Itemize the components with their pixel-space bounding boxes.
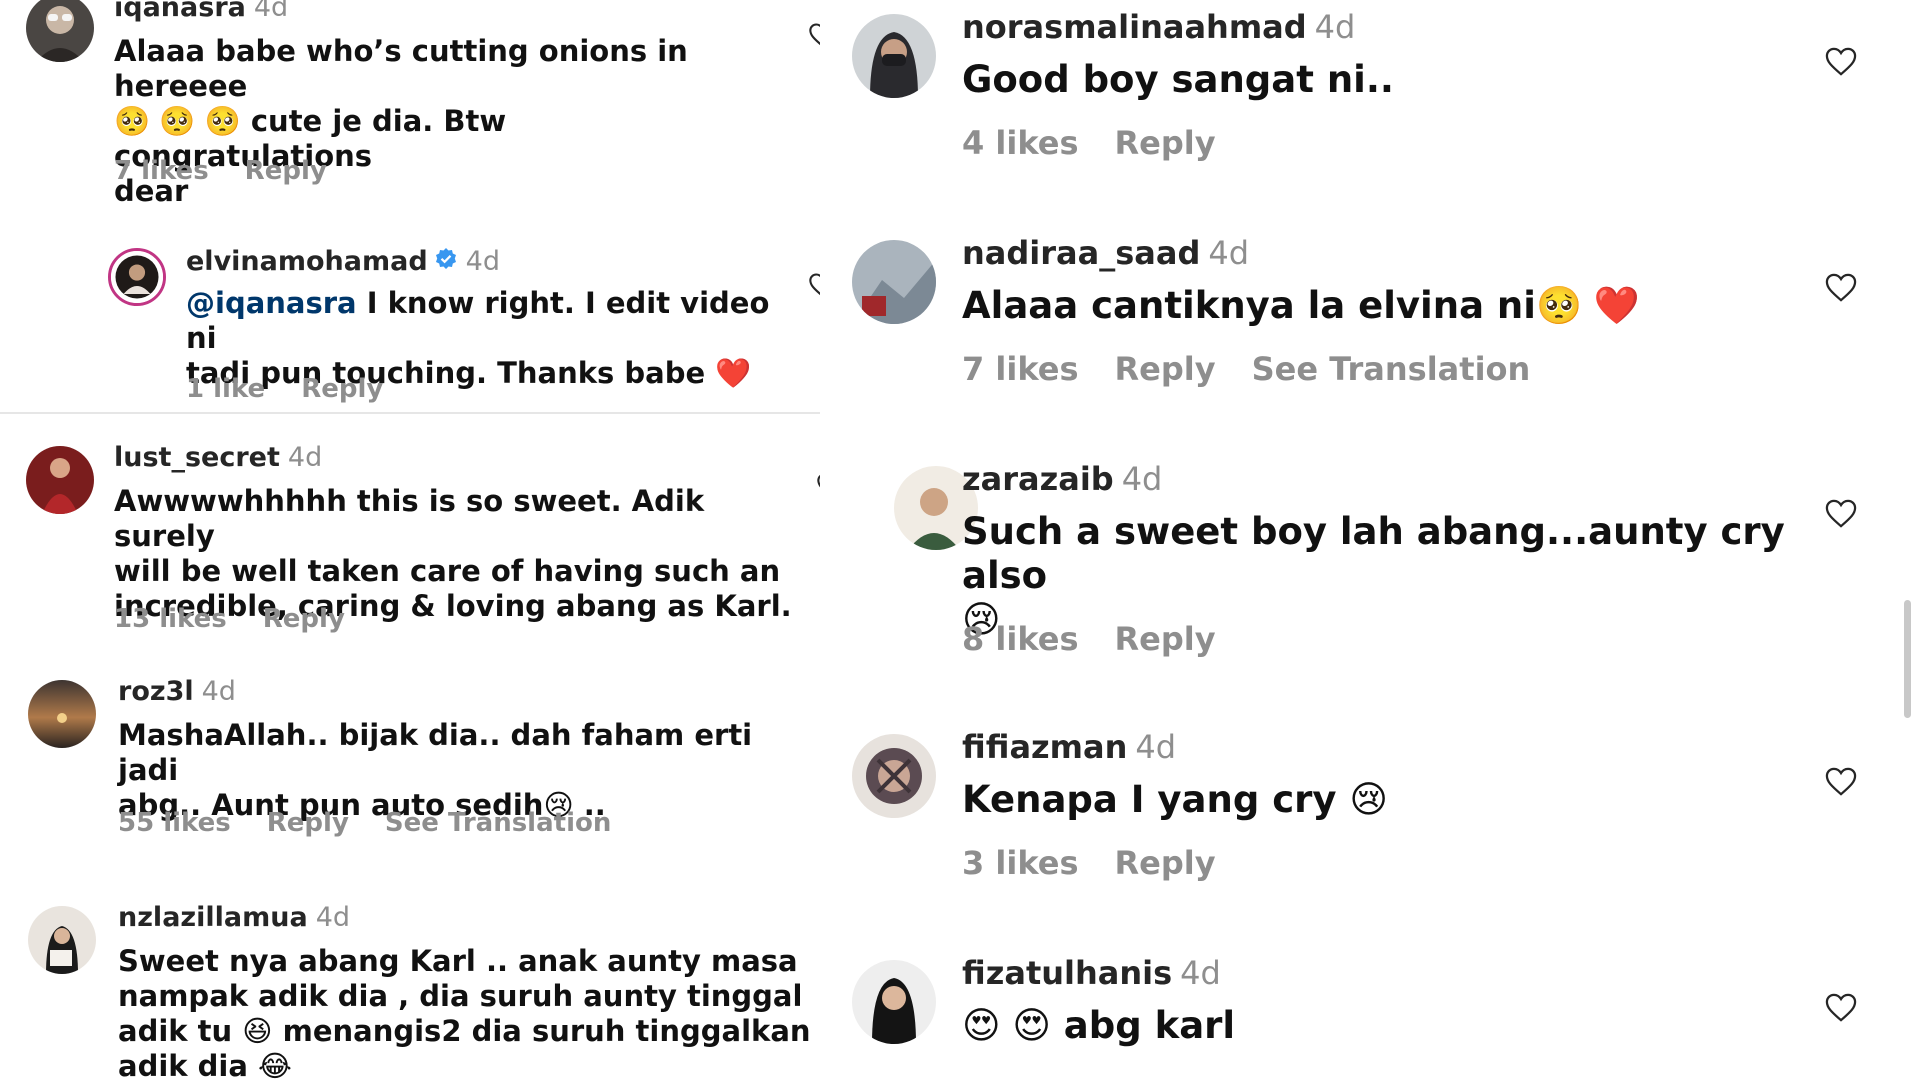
heart-outline-icon[interactable]: [1824, 992, 1858, 1023]
comment-header: fizatulhanis 4d: [962, 954, 1221, 992]
likes-count[interactable]: 1 like: [186, 374, 265, 404]
comment-header: nzlazillamua 4d: [118, 902, 350, 933]
heart-eyes-emoji: 😍 😍: [962, 1004, 1051, 1047]
comment-age: 4d: [465, 246, 500, 277]
comment-age: 4d: [287, 442, 323, 473]
reply-button[interactable]: Reply: [267, 808, 349, 838]
heart-outline-icon[interactable]: [1824, 46, 1858, 77]
comment-age: 4d: [1314, 8, 1356, 46]
username[interactable]: norasmalinaahmad: [962, 8, 1307, 46]
comment-actions: 7 likes Reply: [114, 156, 363, 186]
avatar[interactable]: [26, 0, 94, 62]
comment-actions: 55 likes Reply See Translation: [118, 808, 647, 838]
reply-button[interactable]: Reply: [301, 374, 383, 404]
comment-header: norasmalinaahmad 4d: [962, 8, 1355, 46]
comment-age: 4d: [1208, 234, 1250, 272]
comment-age: 4d: [315, 902, 351, 933]
mention-link[interactable]: @iqanasra: [186, 286, 357, 320]
heart-outline-icon[interactable]: [1824, 272, 1858, 303]
likes-count[interactable]: 3 likes: [962, 844, 1079, 882]
thread-divider: [0, 412, 896, 414]
see-translation-link[interactable]: See Translation: [385, 808, 611, 838]
comment-header: nadiraa_saad 4d: [962, 234, 1249, 272]
username[interactable]: lust_secret: [114, 442, 280, 473]
comment-text: Sweet nya abang Karl .. anak aunty masa …: [118, 944, 838, 1080]
tears-of-joy-emoji: 😂: [258, 1049, 292, 1080]
username[interactable]: nadiraa_saad: [962, 234, 1200, 272]
comment-text: Kenapa I yang cry 😢: [962, 778, 1388, 821]
avatar[interactable]: [28, 680, 96, 748]
reply-button[interactable]: Reply: [1115, 620, 1216, 658]
reply-button[interactable]: Reply: [263, 604, 345, 634]
avatar[interactable]: [108, 248, 166, 306]
reply-button[interactable]: Reply: [1115, 350, 1216, 388]
username[interactable]: fifiazman: [962, 728, 1127, 766]
grinning-squint-emoji: 😆: [242, 1014, 273, 1048]
likes-count[interactable]: 4 likes: [962, 124, 1079, 162]
reply-button[interactable]: Reply: [245, 156, 327, 186]
likes-count[interactable]: 7 likes: [962, 350, 1079, 388]
comment-age: 4d: [1121, 460, 1163, 498]
avatar[interactable]: [852, 960, 936, 1044]
username[interactable]: roz3l: [118, 676, 194, 707]
avatar[interactable]: [852, 14, 936, 98]
comment-text: Good boy sangat ni..: [962, 58, 1394, 101]
comment-header: elvinamohamad 4d: [186, 246, 500, 278]
comment-header: zarazaib 4d: [962, 460, 1162, 498]
comment-age: 4d: [253, 0, 289, 23]
reply-button[interactable]: Reply: [1115, 124, 1216, 162]
verified-badge-icon: [434, 247, 458, 278]
red-heart-emoji: ❤️: [715, 356, 752, 390]
comment-actions: 7 likes Reply See Translation: [962, 350, 1566, 388]
username[interactable]: iqanasra: [114, 0, 246, 23]
avatar[interactable]: [26, 446, 94, 514]
username[interactable]: elvinamohamad: [186, 246, 428, 277]
comment-header: roz3l 4d: [118, 676, 236, 707]
comment-header: iqanasra 4d: [114, 0, 288, 23]
crying-face-emoji: 😢: [1349, 778, 1388, 821]
comment-text: Awwwwhhhhh this is so sweet. Adik surely…: [114, 484, 792, 623]
comment-header: lust_secret 4d: [114, 442, 322, 473]
heart-outline-icon[interactable]: [1824, 498, 1858, 529]
avatar[interactable]: [28, 906, 96, 974]
comment-actions: 13 likes Reply: [114, 604, 381, 634]
avatar[interactable]: [852, 734, 936, 818]
comment-age: 4d: [1180, 954, 1221, 992]
scrollbar[interactable]: [1904, 600, 1911, 718]
comment-text: Alaaa cantiknya la elvina ni🥺 ❤️: [962, 284, 1640, 327]
comment-age: 4d: [1135, 728, 1177, 766]
right-comments-panel: norasmalinaahmad 4d Good boy sangat ni.. …: [820, 0, 1920, 1080]
username[interactable]: zarazaib: [962, 460, 1114, 498]
username[interactable]: nzlazillamua: [118, 902, 308, 933]
likes-count[interactable]: 55 likes: [118, 808, 231, 838]
likes-count[interactable]: 7 likes: [114, 156, 209, 186]
pleading-face-emoji: 🥺 🥺 🥺: [114, 104, 241, 138]
comment-actions: 8 likes Reply: [962, 620, 1252, 658]
comment-actions: 4 likes Reply: [962, 124, 1252, 162]
likes-count[interactable]: 8 likes: [962, 620, 1079, 658]
comment-actions: 1 like Reply: [186, 374, 419, 404]
see-translation-link[interactable]: See Translation: [1252, 350, 1531, 388]
comment-header: fifiazman 4d: [962, 728, 1176, 766]
reply-button[interactable]: Reply: [1115, 844, 1216, 882]
left-comments-panel: iqanasra 4d Alaaa babe who’s cutting onio…: [0, 0, 896, 1080]
avatar[interactable]: [852, 240, 936, 324]
comment-age: 4d: [201, 676, 236, 707]
likes-count[interactable]: 13 likes: [114, 604, 227, 634]
comment-actions: 3 likes Reply: [962, 844, 1252, 882]
pleading-face-heart-emoji: 🥺 ❤️: [1535, 284, 1640, 327]
username[interactable]: fizatulhanis: [962, 954, 1172, 992]
comment-text: 😍 😍 abg karl: [962, 1004, 1236, 1047]
heart-outline-icon[interactable]: [1824, 766, 1858, 797]
